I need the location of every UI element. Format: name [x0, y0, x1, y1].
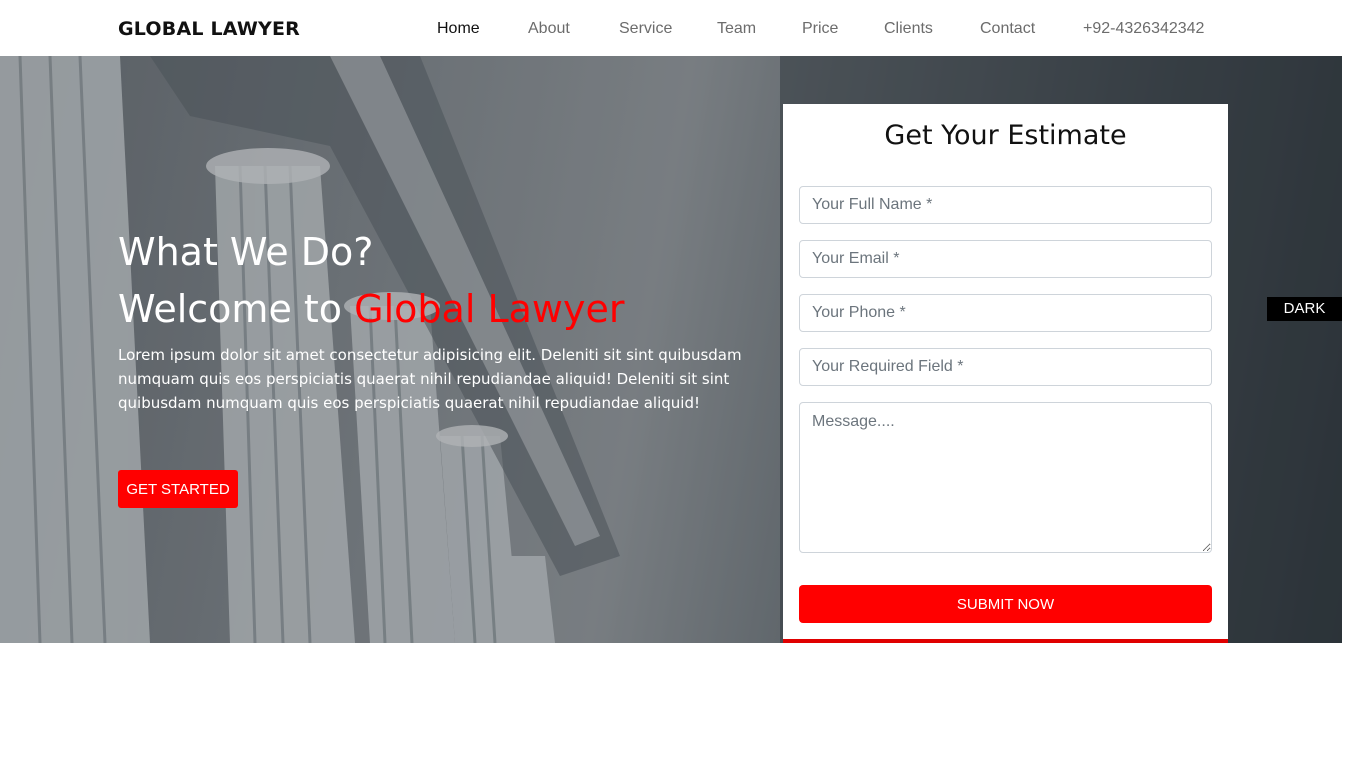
nav-link-about[interactable]: About — [528, 20, 570, 38]
hero-title: What We Do? Welcome to Global Lawyer — [118, 224, 624, 338]
email-input[interactable] — [799, 240, 1212, 278]
get-started-button[interactable]: GET STARTED — [118, 470, 238, 508]
phone-input[interactable] — [799, 294, 1212, 332]
message-textarea[interactable] — [799, 402, 1212, 553]
submit-button[interactable]: SUBMIT NOW — [799, 585, 1212, 623]
dark-mode-toggle[interactable]: DARK — [1267, 297, 1342, 321]
nav-link-contact[interactable]: Contact — [980, 20, 1035, 38]
brand-logo[interactable]: GLOBAL LAWYER — [118, 18, 300, 40]
nav-link-team[interactable]: Team — [717, 20, 756, 38]
nav-link-price[interactable]: Price — [802, 20, 838, 38]
navbar: GLOBAL LAWYER Home About Service Team Pr… — [0, 0, 1342, 56]
hero-title-line1: What We Do? — [118, 230, 374, 274]
required-field-input[interactable] — [799, 348, 1212, 386]
nav-link-clients[interactable]: Clients — [884, 20, 933, 38]
nav-link-home[interactable]: Home — [437, 20, 480, 38]
hero-description: Lorem ipsum dolor sit amet consectetur a… — [118, 346, 742, 412]
hero-title-prefix: Welcome to — [118, 287, 343, 331]
hero-title-accent: Global Lawyer — [354, 287, 625, 331]
nav-phone-link[interactable]: +92-4326342342 — [1083, 20, 1204, 38]
estimate-form-card: Get Your Estimate SUBMIT NOW — [783, 104, 1228, 643]
hero-title-line2: Welcome to Global Lawyer — [118, 281, 624, 338]
full-name-input[interactable] — [799, 186, 1212, 224]
form-title: Get Your Estimate — [884, 120, 1127, 151]
nav-link-service[interactable]: Service — [619, 20, 672, 38]
